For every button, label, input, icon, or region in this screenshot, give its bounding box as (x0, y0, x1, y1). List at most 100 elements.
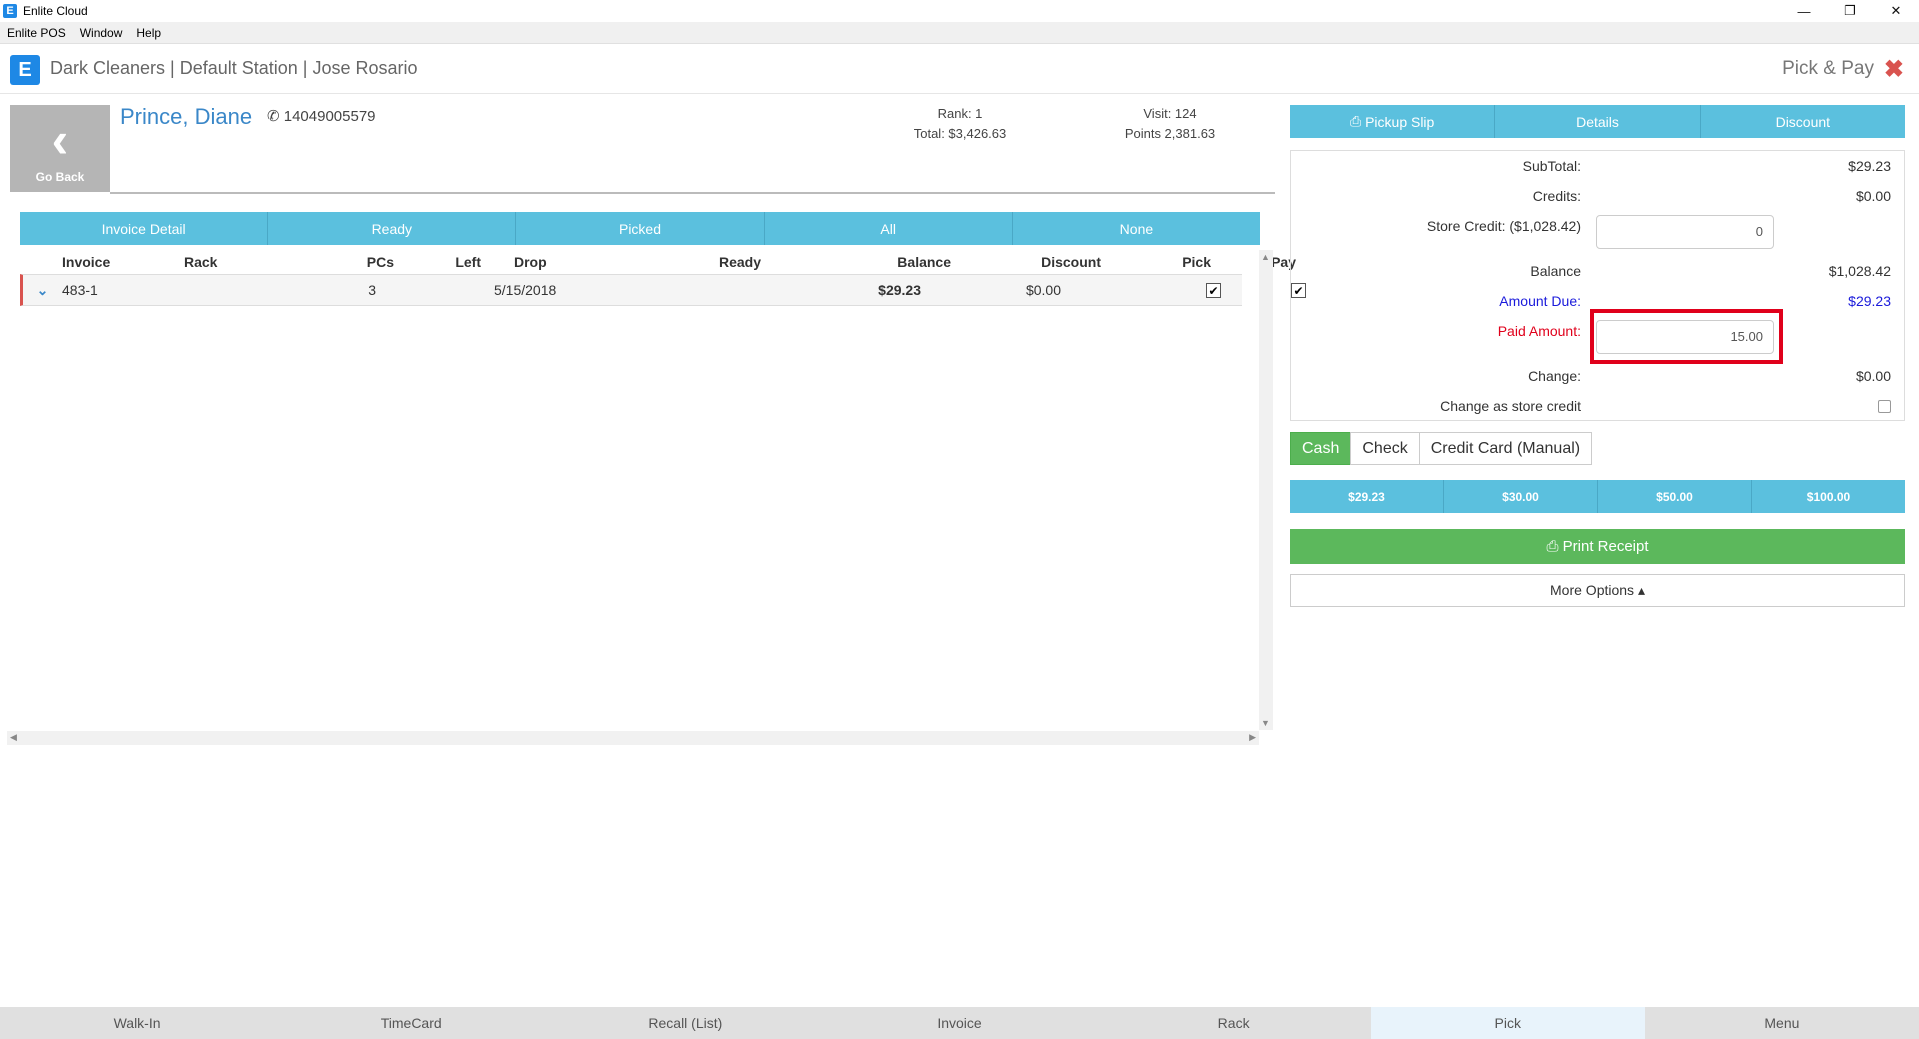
payment-method-tabs: Cash Check Credit Card (Manual) (1290, 432, 1593, 465)
col-discount: Discount (1041, 254, 1101, 270)
cash-button[interactable]: Cash (1290, 432, 1352, 465)
scroll-right-icon[interactable]: ▶ (1249, 732, 1256, 743)
check-button[interactable]: Check (1350, 432, 1420, 465)
cell-balance: $29.23 (878, 282, 921, 298)
quick-amount-exact-button[interactable]: $29.23 (1290, 480, 1444, 513)
app-header: E Dark Cleaners | Default Station | Jose… (0, 48, 1919, 94)
credits-label: Credits: (1532, 188, 1581, 204)
cell-pcs: 3 (368, 282, 376, 298)
customer-name[interactable]: Prince, Diane (120, 104, 252, 130)
tab-all[interactable]: All (765, 212, 1013, 245)
balance-label: Balance (1530, 263, 1581, 279)
printer-icon: ⎙ (1546, 538, 1563, 555)
minimize-button[interactable]: — (1781, 0, 1827, 22)
points-value: Points 2,381.63 (1124, 126, 1216, 141)
table-row[interactable]: ⌄ 483-1 3 5/15/2018 $29.23 $0.00 ✔ ✔ (20, 274, 1306, 306)
scroll-left-icon[interactable]: ◀ (10, 732, 17, 743)
menu-bar: Enlite POS Window Help (0, 22, 1919, 44)
col-invoice: Invoice (62, 254, 111, 270)
quick-amount-50-button[interactable]: $50.00 (1598, 480, 1752, 513)
scroll-up-icon[interactable]: ▲ (1261, 252, 1270, 262)
title-bar: E Enlite Cloud — ❐ ✕ (0, 0, 1919, 22)
cell-drop: 5/15/2018 (494, 282, 557, 298)
change-as-store-credit-checkbox[interactable] (1878, 400, 1891, 413)
vertical-scrollbar[interactable]: ▲ ▼ (1259, 250, 1273, 730)
menu-enlite-pos[interactable]: Enlite POS (7, 26, 66, 40)
phone-number: 14049005579 (283, 108, 376, 125)
invoice-filter-tabs: Invoice Detail Ready Picked All None (20, 212, 1260, 245)
window-controls: — ❐ ✕ (1781, 0, 1919, 22)
quick-amount-buttons: $29.23 $30.00 $50.00 $100.00 (1290, 480, 1905, 513)
col-ready: Ready (718, 254, 761, 270)
nav-walk-in[interactable]: Walk-In (0, 1007, 274, 1039)
close-window-button[interactable]: ✕ (1873, 0, 1919, 22)
visit-stat: Visit: 124 Points 2,381.63 (1115, 104, 1225, 144)
change-label: Change: (1528, 368, 1581, 384)
horizontal-scrollbar[interactable]: ◀ ▶ (7, 731, 1259, 745)
change-as-store-credit-label: Change as store credit (1440, 398, 1581, 414)
total-value: Total: $3,426.63 (913, 126, 1007, 141)
pick-checkbox-cell: ✔ (1061, 282, 1221, 299)
cell-invoice: 483-1 (62, 282, 98, 298)
details-button[interactable]: Details (1495, 105, 1701, 138)
balance-value: $1,028.42 (1828, 263, 1891, 279)
col-pay: Pay (1271, 254, 1296, 270)
pick-checkbox[interactable]: ✔ (1206, 283, 1221, 299)
nav-menu[interactable]: Menu (1645, 1007, 1919, 1039)
credits-value: $0.00 (1855, 188, 1891, 204)
credit-card-manual-button[interactable]: Credit Card (Manual) (1418, 432, 1593, 465)
amount-due-label: Amount Due: (1499, 293, 1581, 309)
store-credit-input[interactable]: 0 (1596, 215, 1774, 249)
col-pick: Pick (1182, 254, 1211, 270)
col-balance: Balance (897, 254, 951, 270)
app-logo: E (10, 55, 40, 85)
rank-value: Rank: 1 (937, 106, 983, 121)
close-screen-icon[interactable]: ✖ (1884, 55, 1904, 84)
tab-picked[interactable]: Picked (516, 212, 765, 245)
amount-due-value: $29.23 (1848, 293, 1891, 309)
nav-rack[interactable]: Rack (1097, 1007, 1371, 1039)
quick-amount-30-button[interactable]: $30.00 (1444, 480, 1598, 513)
store-credit-label: Store Credit: ($1,028.42) (1426, 218, 1581, 234)
menu-window[interactable]: Window (80, 26, 123, 40)
maximize-button[interactable]: ❐ (1827, 0, 1873, 22)
go-back-button[interactable]: ‹ Go Back (10, 105, 110, 192)
pickup-slip-button[interactable]: ⎙ Pickup Slip (1290, 105, 1496, 138)
customer-phone: ✆ 14049005579 (267, 107, 376, 125)
cell-discount: $0.00 (1025, 282, 1061, 298)
col-drop: Drop (514, 254, 547, 270)
visit-value: Visit: 124 (1143, 106, 1197, 121)
nav-recall-list[interactable]: Recall (List) (548, 1007, 822, 1039)
credits-row: Credits: $0.00 (1291, 188, 1906, 212)
bottom-nav: Walk-In TimeCard Recall (List) Invoice R… (0, 1007, 1919, 1039)
nav-timecard[interactable]: TimeCard (274, 1007, 548, 1039)
tab-invoice-detail[interactable]: Invoice Detail (20, 212, 269, 245)
change-row: Change: $0.00 (1291, 368, 1906, 392)
go-back-label: Go Back (35, 170, 85, 184)
rank-stat: Rank: 1 Total: $3,426.63 (905, 104, 1015, 144)
print-receipt-button[interactable]: ⎙ Print Receipt (1290, 529, 1905, 564)
subtotal-value: $29.23 (1848, 158, 1891, 174)
app-logo-icon: E (3, 4, 17, 18)
more-options-button[interactable]: More Options ▴ (1290, 574, 1905, 607)
nav-pick[interactable]: Pick (1370, 1007, 1645, 1039)
nav-invoice[interactable]: Invoice (822, 1007, 1096, 1039)
scroll-down-icon[interactable]: ▼ (1261, 718, 1270, 728)
divider (110, 192, 1275, 194)
discount-button[interactable]: Discount (1701, 105, 1905, 138)
paid-amount-label: Paid Amount: (1497, 323, 1581, 339)
quick-amount-100-button[interactable]: $100.00 (1752, 480, 1905, 513)
change-as-store-credit-row: Change as store credit (1291, 398, 1906, 422)
chevron-down-icon[interactable]: ⌄ (23, 282, 62, 299)
col-rack: Rack (184, 254, 218, 270)
page-title: Pick & Pay (1782, 58, 1874, 79)
totals-panel: SubTotal: $29.23 Credits: $0.00 Store Cr… (1290, 150, 1905, 421)
store-info: Dark Cleaners | Default Station | Jose R… (50, 58, 418, 78)
chevron-left-icon: ‹ (51, 112, 69, 168)
invoice-table: Invoice Rack PCs Left Drop Ready Balance… (20, 250, 1306, 306)
menu-help[interactable]: Help (136, 26, 161, 40)
tab-none[interactable]: None (1013, 212, 1260, 245)
change-value: $0.00 (1855, 368, 1891, 384)
tab-ready[interactable]: Ready (268, 212, 517, 245)
printer-icon: ⎙ (1349, 113, 1366, 129)
